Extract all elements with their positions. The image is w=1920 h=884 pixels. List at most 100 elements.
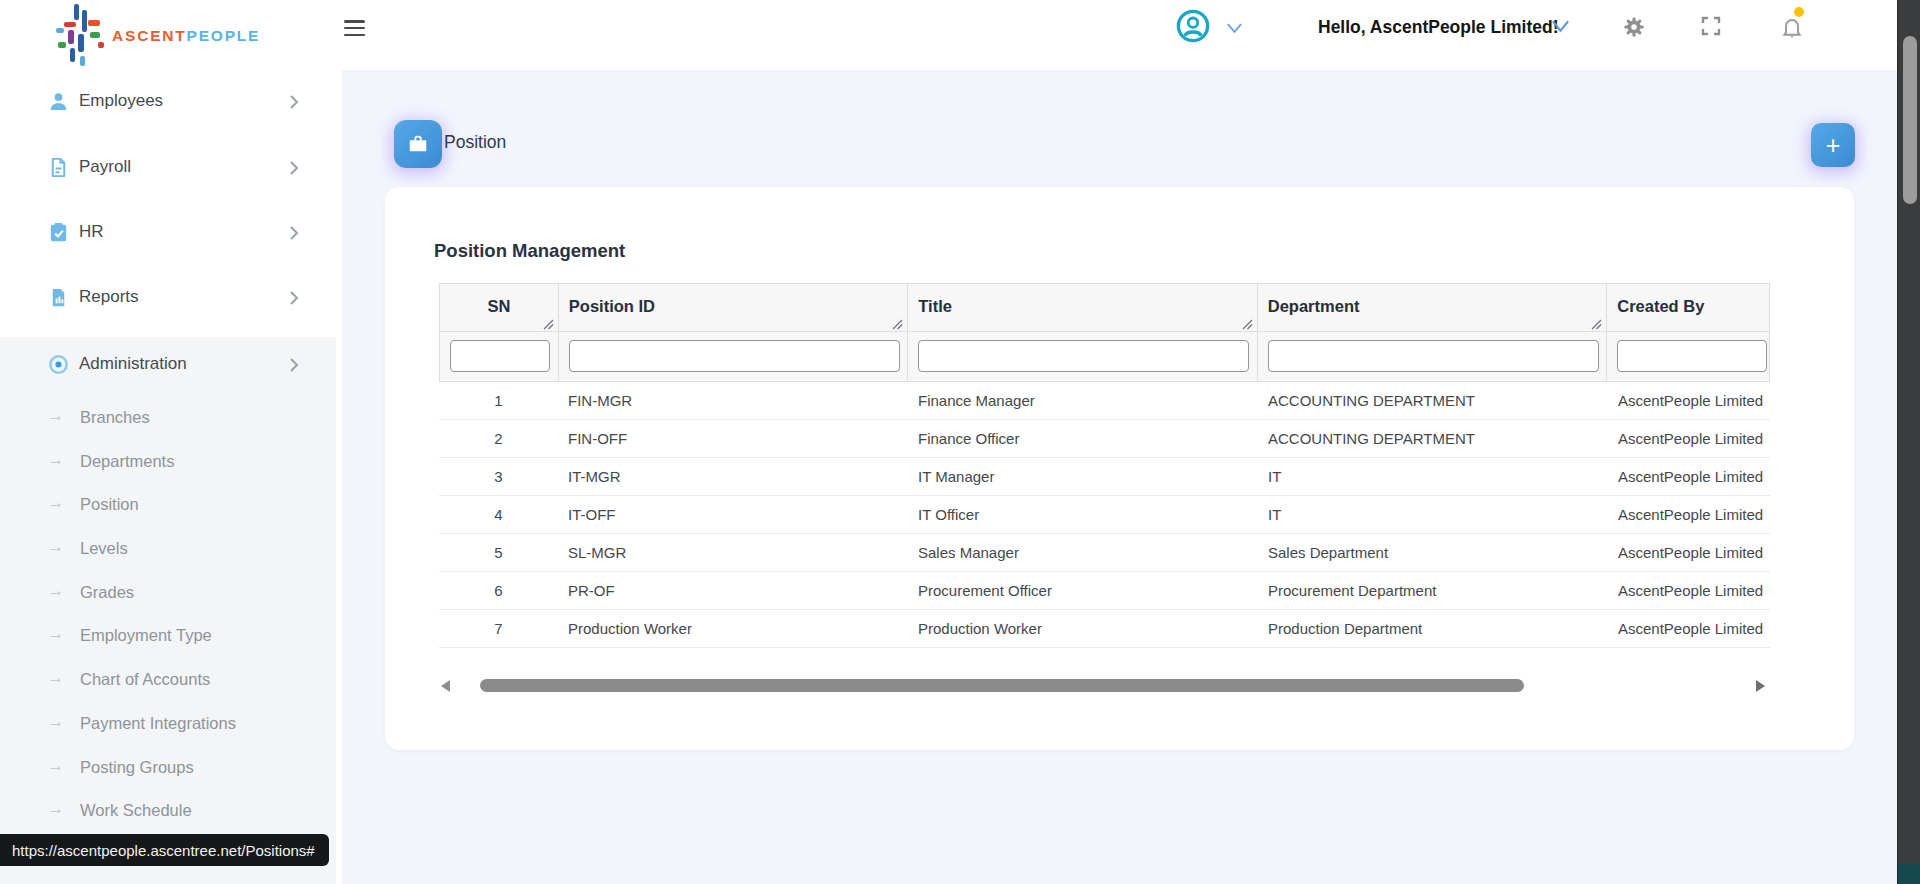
positions-table: SN Position ID Title DepartmentCreated By 1… xyxy=(439,283,1770,648)
filter-input-title[interactable] xyxy=(918,340,1249,372)
table-cell: IT Manager xyxy=(908,468,1258,485)
filter-cell xyxy=(559,332,908,381)
account-dropdown-chevron-icon[interactable] xyxy=(1551,19,1570,34)
chevron-right-icon xyxy=(289,357,301,373)
filter-input-created-by[interactable] xyxy=(1617,340,1767,372)
table-cell: 1 xyxy=(439,392,558,409)
table-cell: AscentPeople Limited xyxy=(1608,392,1770,409)
column-header-title[interactable]: Title xyxy=(908,284,1257,331)
scroll-left-arrow-icon[interactable] xyxy=(441,680,450,692)
column-header-label: Position ID xyxy=(569,297,655,316)
chevron-right-icon xyxy=(289,290,301,306)
avatar-dropdown-chevron-icon[interactable] xyxy=(1226,20,1243,33)
position-management-card: Position Management SN Position ID Title De… xyxy=(385,187,1854,750)
sidebar-item-employees[interactable]: Employees xyxy=(0,80,342,124)
sidebar-subitem-payment-integrations[interactable]: →Payment Integrations xyxy=(0,703,342,747)
sidebar-subitem-departments[interactable]: →Departments xyxy=(0,441,342,485)
filter-input-department[interactable] xyxy=(1268,340,1599,372)
admin-subitems: →Branches→Departments→Position→Levels→Gr… xyxy=(0,397,342,834)
subitem-label: Work Schedule xyxy=(80,801,192,820)
filter-input-sn[interactable] xyxy=(450,340,550,372)
filter-cell xyxy=(1607,332,1769,381)
settings-gear-icon[interactable] xyxy=(1621,14,1647,40)
sidebar-subitem-employment-type[interactable]: →Employment Type xyxy=(0,615,342,659)
horizontal-scrollbar[interactable] xyxy=(439,678,1767,693)
column-header-position-id[interactable]: Position ID xyxy=(559,284,908,331)
table-cell: AscentPeople Limited xyxy=(1608,506,1770,523)
scrollbar-corner xyxy=(1898,864,1920,884)
table-cell: Production Worker xyxy=(908,620,1258,637)
brand-name-secondary: PEOPLE xyxy=(187,27,261,44)
chevron-right-icon xyxy=(289,94,301,110)
brand-logo-icon[interactable] xyxy=(52,4,110,66)
subitem-label: Levels xyxy=(80,539,128,558)
menu-toggle-icon[interactable] xyxy=(344,20,365,37)
add-position-button[interactable]: + xyxy=(1811,123,1855,167)
table-row[interactable]: 4IT-OFFIT OfficerITAscentPeople Limited xyxy=(439,496,1770,534)
column-header-department[interactable]: Department xyxy=(1258,284,1607,331)
fullscreen-icon[interactable] xyxy=(1699,14,1725,40)
table-cell: IT-OFF xyxy=(558,506,908,523)
column-resize-handle-icon[interactable] xyxy=(1241,318,1253,330)
scroll-right-arrow-icon[interactable] xyxy=(1756,680,1765,692)
column-header-label: Title xyxy=(918,297,952,316)
page-scrollbar-thumb[interactable] xyxy=(1903,36,1917,204)
table-row[interactable]: 7Production WorkerProduction WorkerProdu… xyxy=(439,610,1770,648)
column-header-created-by[interactable]: Created By xyxy=(1607,284,1769,331)
table-header-row: SN Position ID Title DepartmentCreated By xyxy=(439,283,1770,331)
page-scrollbar[interactable] xyxy=(1897,0,1920,884)
arrow-right-icon: → xyxy=(47,712,64,732)
brand-name[interactable]: ASCENTPEOPLE xyxy=(112,27,260,45)
sidebar-item-hr[interactable]: HR xyxy=(0,211,342,255)
column-resize-handle-icon[interactable] xyxy=(891,318,903,330)
sidebar-subitem-work-schedule[interactable]: →Work Schedule xyxy=(0,790,342,834)
subitem-label: Branches xyxy=(80,408,150,427)
table-row[interactable]: 5SL-MGRSales ManagerSales DepartmentAsce… xyxy=(439,534,1770,572)
column-resize-handle-icon[interactable] xyxy=(542,318,554,330)
column-resize-handle-icon[interactable] xyxy=(1590,318,1602,330)
horizontal-scrollbar-thumb[interactable] xyxy=(480,679,1524,692)
sidebar-subitem-position[interactable]: →Position xyxy=(0,484,342,528)
table-cell: Finance Officer xyxy=(908,430,1258,447)
table-cell: 4 xyxy=(439,506,558,523)
table-cell: Production Worker xyxy=(558,620,908,637)
greeting-text: Hello, AscentPeople Limited! xyxy=(1318,17,1559,38)
administration-target-icon xyxy=(47,353,70,376)
card-title: Position Management xyxy=(434,240,625,262)
sidebar-subitem-posting-groups[interactable]: →Posting Groups xyxy=(0,747,342,791)
sidebar-subitem-levels[interactable]: →Levels xyxy=(0,528,342,572)
sidebar-subitem-branches[interactable]: → Branches xyxy=(0,397,342,441)
table-row[interactable]: 2FIN-OFFFinance OfficerACCOUNTING DEPART… xyxy=(439,420,1770,458)
status-url-tooltip: https://ascentpeople.ascentree.net/Posit… xyxy=(0,834,329,866)
subitem-label: Departments xyxy=(80,452,174,471)
notifications-bell-icon[interactable] xyxy=(1779,14,1805,40)
filter-input-position-id[interactable] xyxy=(569,340,900,372)
table-cell: PR-OF xyxy=(558,582,908,599)
table-cell: Procurement Officer xyxy=(908,582,1258,599)
notification-dot xyxy=(1794,7,1804,17)
table-cell: AscentPeople Limited xyxy=(1608,620,1770,637)
sidebar-item-administration[interactable]: Administration xyxy=(0,343,342,387)
sidebar-item-reports[interactable]: Reports xyxy=(0,276,342,320)
sidebar-item-payroll[interactable]: Payroll xyxy=(0,146,342,190)
subitem-label: Employment Type xyxy=(80,626,212,645)
table-row[interactable]: 6PR-OFProcurement OfficerProcurement Dep… xyxy=(439,572,1770,610)
brand-name-primary: ASCENT xyxy=(112,27,187,44)
column-header-label: SN xyxy=(487,297,510,316)
table-body: 1FIN-MGRFinance ManagerACCOUNTING DEPART… xyxy=(439,382,1770,648)
table-cell: 3 xyxy=(439,468,558,485)
employees-icon xyxy=(47,90,70,113)
arrow-right-icon: → xyxy=(47,406,64,426)
table-row[interactable]: 3IT-MGRIT ManagerITAscentPeople Limited xyxy=(439,458,1770,496)
position-page-icon xyxy=(394,120,442,168)
user-avatar-icon[interactable] xyxy=(1176,9,1210,43)
payroll-icon xyxy=(47,156,70,179)
column-header-sn[interactable]: SN xyxy=(440,284,559,331)
table-cell: SL-MGR xyxy=(558,544,908,561)
sidebar-subitem-grades[interactable]: →Grades xyxy=(0,572,342,616)
table-cell: ACCOUNTING DEPARTMENT xyxy=(1258,392,1608,409)
arrow-right-icon: → xyxy=(47,493,64,513)
table-cell: AscentPeople Limited xyxy=(1608,430,1770,447)
sidebar-subitem-chart-of-accounts[interactable]: →Chart of Accounts xyxy=(0,659,342,703)
table-row[interactable]: 1FIN-MGRFinance ManagerACCOUNTING DEPART… xyxy=(439,382,1770,420)
